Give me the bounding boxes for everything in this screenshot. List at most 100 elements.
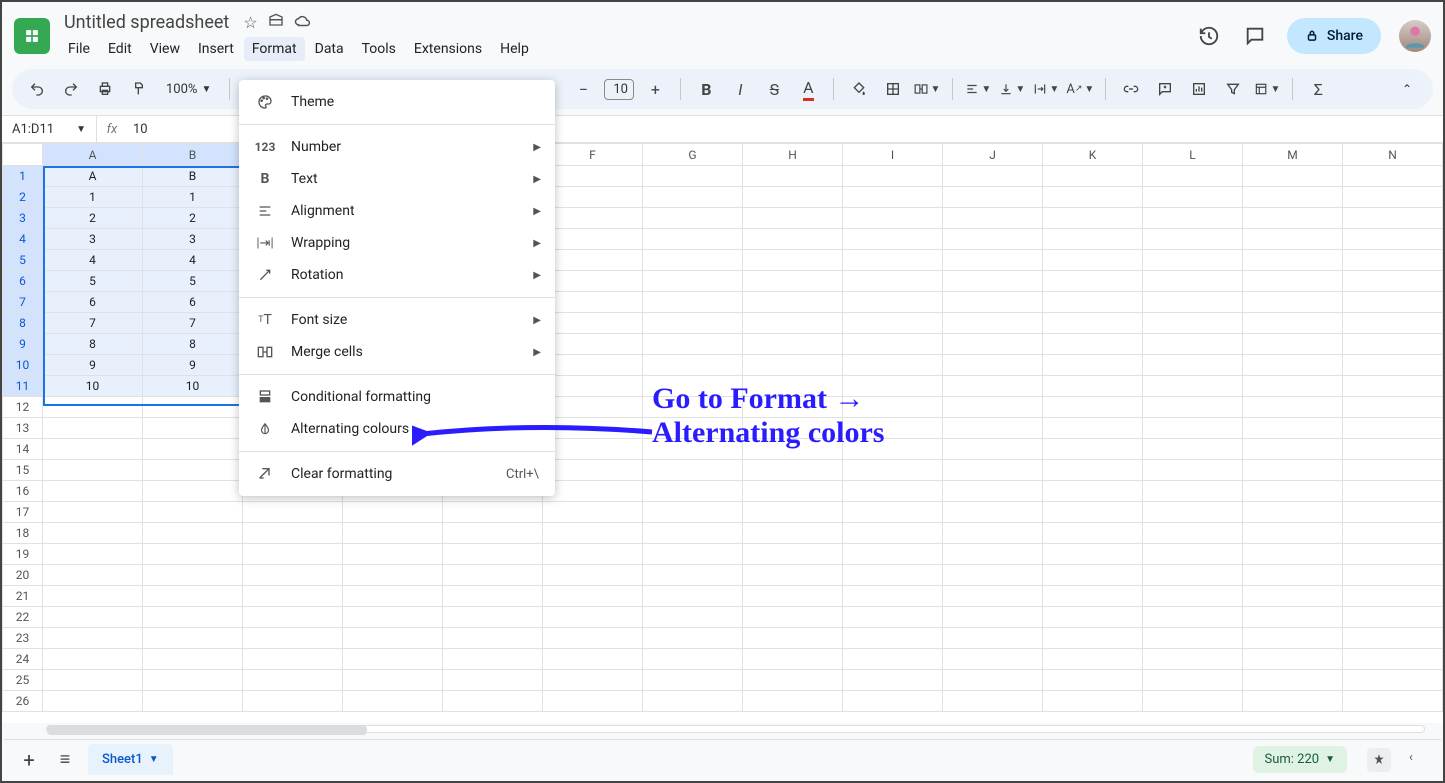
cell[interactable] bbox=[843, 586, 943, 607]
cell[interactable]: 10 bbox=[43, 376, 143, 397]
cell[interactable] bbox=[143, 502, 243, 523]
cell[interactable] bbox=[1243, 649, 1343, 670]
cell[interactable] bbox=[943, 229, 1043, 250]
cell[interactable] bbox=[643, 250, 743, 271]
cell[interactable] bbox=[543, 586, 643, 607]
cell[interactable] bbox=[443, 691, 543, 712]
cell[interactable] bbox=[1143, 565, 1243, 586]
star-icon[interactable]: ☆ bbox=[243, 13, 257, 33]
cell[interactable] bbox=[843, 439, 943, 460]
row-header-21[interactable]: 21 bbox=[3, 586, 43, 607]
cell[interactable] bbox=[643, 208, 743, 229]
cell[interactable] bbox=[743, 187, 843, 208]
cell[interactable] bbox=[943, 250, 1043, 271]
cell[interactable] bbox=[1243, 292, 1343, 313]
cell[interactable] bbox=[1043, 334, 1143, 355]
cell[interactable] bbox=[643, 628, 743, 649]
cell[interactable] bbox=[743, 439, 843, 460]
cell[interactable] bbox=[443, 628, 543, 649]
cell[interactable] bbox=[243, 607, 343, 628]
cell[interactable] bbox=[343, 607, 443, 628]
cell[interactable] bbox=[443, 586, 543, 607]
menu-item-font-size[interactable]: TTFont size▶ bbox=[239, 304, 555, 336]
column-header-J[interactable]: J bbox=[943, 144, 1043, 166]
row-header-7[interactable]: 7 bbox=[3, 292, 43, 313]
cell[interactable] bbox=[1343, 418, 1443, 439]
cell[interactable] bbox=[1043, 418, 1143, 439]
cell[interactable] bbox=[643, 481, 743, 502]
cell[interactable] bbox=[1343, 670, 1443, 691]
column-header-M[interactable]: M bbox=[1243, 144, 1343, 166]
menu-item-clear-formatting[interactable]: Clear formattingCtrl+\ bbox=[239, 458, 555, 490]
menu-item-rotation[interactable]: Rotation▶ bbox=[239, 259, 555, 291]
cell[interactable] bbox=[543, 166, 643, 187]
cell[interactable] bbox=[743, 166, 843, 187]
print-button[interactable] bbox=[92, 76, 118, 102]
row-header-19[interactable]: 19 bbox=[3, 544, 43, 565]
cell[interactable] bbox=[1143, 292, 1243, 313]
cell[interactable] bbox=[1243, 376, 1343, 397]
cell[interactable] bbox=[143, 670, 243, 691]
cell[interactable] bbox=[1143, 628, 1243, 649]
cell[interactable] bbox=[1043, 187, 1143, 208]
cell[interactable] bbox=[443, 565, 543, 586]
cell[interactable] bbox=[1043, 376, 1143, 397]
row-header-6[interactable]: 6 bbox=[3, 271, 43, 292]
cell[interactable] bbox=[843, 649, 943, 670]
cell[interactable] bbox=[743, 523, 843, 544]
cell[interactable] bbox=[743, 334, 843, 355]
insert-comment-button[interactable] bbox=[1152, 76, 1178, 102]
column-header-I[interactable]: I bbox=[843, 144, 943, 166]
functions-button[interactable]: Σ bbox=[1305, 76, 1331, 102]
cell[interactable] bbox=[643, 460, 743, 481]
cell[interactable] bbox=[1243, 460, 1343, 481]
cell[interactable] bbox=[743, 229, 843, 250]
cell[interactable] bbox=[1143, 586, 1243, 607]
cell[interactable] bbox=[1043, 502, 1143, 523]
cell[interactable]: B bbox=[143, 166, 243, 187]
cell[interactable] bbox=[643, 439, 743, 460]
cell[interactable] bbox=[43, 418, 143, 439]
cell[interactable] bbox=[943, 628, 1043, 649]
cell[interactable] bbox=[443, 502, 543, 523]
menu-extensions[interactable]: Extensions bbox=[406, 37, 490, 61]
cell[interactable] bbox=[943, 439, 1043, 460]
cell[interactable] bbox=[843, 250, 943, 271]
cell[interactable] bbox=[1043, 292, 1143, 313]
cell[interactable] bbox=[943, 397, 1043, 418]
cell[interactable] bbox=[943, 292, 1043, 313]
cell[interactable] bbox=[743, 460, 843, 481]
cell[interactable] bbox=[843, 397, 943, 418]
cell[interactable] bbox=[1243, 250, 1343, 271]
cell[interactable] bbox=[1143, 313, 1243, 334]
column-header-H[interactable]: H bbox=[743, 144, 843, 166]
cell[interactable] bbox=[1243, 691, 1343, 712]
cell[interactable] bbox=[743, 376, 843, 397]
cell[interactable] bbox=[43, 607, 143, 628]
undo-button[interactable] bbox=[24, 76, 50, 102]
filter-button[interactable] bbox=[1220, 76, 1246, 102]
quick-sum-pill[interactable]: Sum: 220 ▼ bbox=[1253, 746, 1347, 773]
cell[interactable] bbox=[843, 355, 943, 376]
cell[interactable] bbox=[543, 670, 643, 691]
cell[interactable] bbox=[143, 418, 243, 439]
cell[interactable] bbox=[943, 313, 1043, 334]
account-avatar[interactable] bbox=[1399, 20, 1431, 52]
horizontal-align-button[interactable]: ▼ bbox=[965, 76, 991, 102]
insert-link-button[interactable] bbox=[1118, 76, 1144, 102]
cell[interactable] bbox=[643, 523, 743, 544]
cell[interactable] bbox=[143, 544, 243, 565]
cell[interactable] bbox=[743, 670, 843, 691]
cell[interactable] bbox=[643, 502, 743, 523]
menu-item-wrapping[interactable]: |⇥|Wrapping▶ bbox=[239, 227, 555, 259]
cell[interactable]: 7 bbox=[143, 313, 243, 334]
cell[interactable] bbox=[543, 229, 643, 250]
cell[interactable]: 2 bbox=[43, 208, 143, 229]
menu-insert[interactable]: Insert bbox=[190, 37, 242, 61]
cell[interactable] bbox=[643, 607, 743, 628]
cell[interactable] bbox=[143, 628, 243, 649]
cell[interactable] bbox=[743, 544, 843, 565]
cell[interactable] bbox=[1243, 502, 1343, 523]
menu-item-alternating-colours[interactable]: Alternating colours bbox=[239, 413, 555, 445]
cell[interactable]: 9 bbox=[143, 355, 243, 376]
